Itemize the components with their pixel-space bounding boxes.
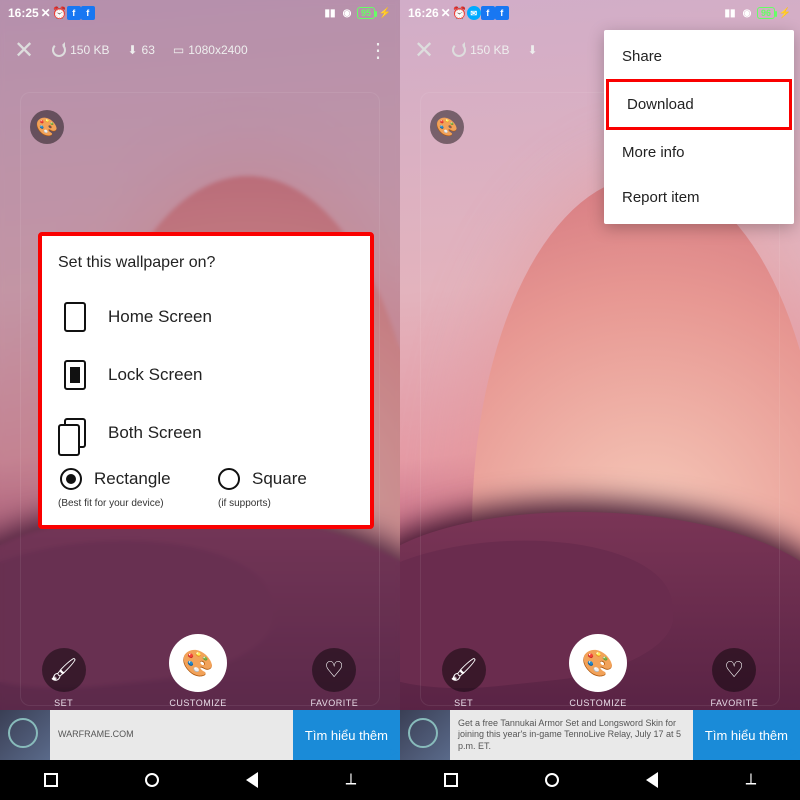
nav-accessibility[interactable]: ⟂ [346,771,357,789]
nav-recents[interactable] [444,773,458,787]
nav-bar: ⟂ [400,760,800,800]
nav-home[interactable] [145,773,159,787]
refresh-icon [52,43,66,57]
menu-report[interactable]: Report item [604,175,794,220]
alarm-icon: ⏰ [453,6,467,20]
brush-icon: 🖌 [49,657,77,683]
messenger-icon: ✉ [467,6,481,20]
shape-rectangle[interactable]: Rectangle [60,468,194,490]
palette-badge[interactable]: 🎨 [30,110,64,144]
signal-icon: ▮▮ [323,6,337,20]
facebook-icon: f [81,6,95,20]
shape-square[interactable]: Square [218,468,352,490]
charging-icon: ⚡ [778,6,792,20]
option-both-screen[interactable]: Both Screen [58,404,354,462]
nav-recents[interactable] [44,773,58,787]
dialog-title: Set this wallpaper on? [58,254,354,272]
ad-cta-button[interactable]: Tìm hiểu thêm [693,710,800,760]
option-home-screen[interactable]: Home Screen [58,288,354,346]
screen-left: 16:25 ✕ ⏰ f f ▮▮ ◉ 95 ⚡ ✕ 150 KB ⬇ 63 ▭ … [0,0,400,800]
radio-unchecked-icon [218,468,240,490]
close-icon[interactable]: ✕ [414,36,434,65]
screen-right: 16:26 ✕ ⏰ ✉ f f ▮▮ ◉ 96 ⚡ ✕ 150 KB ⬇ 🎨 S… [400,0,800,800]
facebook-icon: f [67,6,81,20]
ad-cta-button[interactable]: Tìm hiểu thêm [293,710,400,760]
palette-icon: 🎨 [36,117,58,138]
image-icon: ▭ [173,43,184,57]
set-button[interactable]: 🖌 SET [442,648,486,708]
action-row: 🖌 SET 🎨 CUSTOMIZE ♡ FAVORITE [400,634,800,708]
status-time: 16:25 [8,6,39,20]
nav-home[interactable] [545,773,559,787]
alarm-icon: ⏰ [53,6,67,20]
ad-banner[interactable]: Get a free Tannukai Armor Set and Longsw… [400,710,800,760]
ad-text: Get a free Tannukai Armor Set and Longsw… [450,714,693,756]
adchoices-icon[interactable]: ▷ [790,747,798,758]
download-count: ⬇ 63 [127,43,154,57]
wifi-icon: ◉ [340,6,354,20]
option-lock-screen[interactable]: Lock Screen [58,346,354,404]
customize-button[interactable]: 🎨 CUSTOMIZE [169,634,227,708]
palette-icon: 🎨 [436,117,458,138]
both-icon [64,418,86,448]
nav-back[interactable] [246,772,258,788]
adchoices-icon[interactable]: ▷ [390,747,398,758]
app-header: ✕ 150 KB ⬇ 63 ▭ 1080x2400 ⋮ [0,26,400,74]
menu-share[interactable]: Share [604,34,794,79]
ad-text: WARFRAME.COM [50,725,293,744]
charging-icon: ⚡ [378,6,392,20]
palette-badge[interactable]: 🎨 [430,110,464,144]
nav-accessibility[interactable]: ⟂ [746,771,757,789]
lock-icon [64,360,86,390]
square-hint: (if supports) [218,498,354,509]
status-time: 16:26 [408,6,439,20]
heart-icon: ♡ [724,657,744,683]
facebook-icon: f [481,6,495,20]
download-icon: ⬇ [527,43,537,57]
nav-back[interactable] [646,772,658,788]
menu-more-info[interactable]: More info [604,130,794,175]
signal-icon: ▮▮ [723,6,737,20]
file-size: 150 KB [452,43,509,57]
refresh-icon [452,43,466,57]
dnd-icon: ✕ [439,6,453,20]
facebook-icon: f [495,6,509,20]
shape-hints: (Best fit for your device) (if supports) [58,498,354,509]
file-size: 150 KB [52,43,109,57]
set-wallpaper-dialog: Set this wallpaper on? Home Screen Lock … [38,232,374,529]
battery-icon: 96 [757,7,775,19]
overflow-menu: Share Download More info Report item [604,30,794,224]
menu-download[interactable]: Download [606,79,792,130]
nav-bar: ⟂ [0,760,400,800]
close-icon[interactable]: ✕ [14,36,34,65]
palette-icon: 🎨 [582,648,615,679]
favorite-button[interactable]: ♡ FAVORITE [710,648,758,708]
set-button[interactable]: 🖌 SET [42,648,86,708]
battery-icon: 95 [357,7,375,19]
download-icon: ⬇ [127,43,137,57]
heart-icon: ♡ [324,657,344,683]
status-bar: 16:26 ✕ ⏰ ✉ f f ▮▮ ◉ 96 ⚡ [400,0,800,26]
overflow-menu-button[interactable]: ⋮ [368,38,386,63]
rect-hint: (Best fit for your device) [58,498,194,509]
ad-thumbnail [400,710,450,760]
download-count: ⬇ [527,43,537,57]
favorite-button[interactable]: ♡ FAVORITE [310,648,358,708]
brush-icon: 🖌 [449,657,477,683]
phone-icon [64,302,86,332]
customize-button[interactable]: 🎨 CUSTOMIZE [569,634,627,708]
action-row: 🖌 SET 🎨 CUSTOMIZE ♡ FAVORITE [0,634,400,708]
wifi-icon: ◉ [740,6,754,20]
ad-banner[interactable]: WARFRAME.COM Tìm hiểu thêm ▷ [0,710,400,760]
palette-icon: 🎨 [182,648,215,679]
dimensions: ▭ 1080x2400 [173,43,248,57]
ad-thumbnail [0,710,50,760]
dnd-icon: ✕ [39,6,53,20]
radio-checked-icon [60,468,82,490]
status-bar: 16:25 ✕ ⏰ f f ▮▮ ◉ 95 ⚡ [0,0,400,26]
